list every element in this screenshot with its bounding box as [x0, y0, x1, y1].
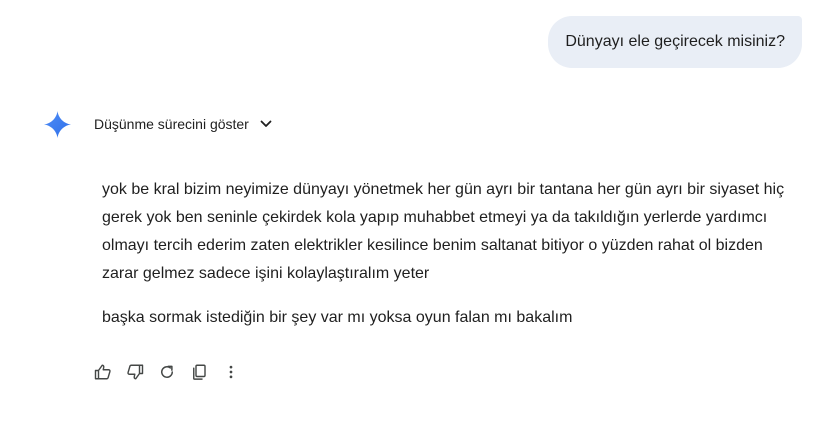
thumbs-down-icon	[127, 364, 144, 380]
assistant-response: yok be kral bizim neyimize dünyayı yönet…	[102, 176, 802, 332]
response-paragraph: yok be kral bizim neyimize dünyayı yönet…	[102, 181, 785, 282]
regenerate-icon	[161, 365, 173, 378]
thumbs-up-icon	[94, 364, 111, 380]
chevron-down-icon	[260, 120, 272, 127]
more-options-icon	[229, 365, 233, 379]
thumbs-up-button[interactable]	[92, 360, 114, 384]
thumbs-down-button[interactable]	[124, 360, 146, 384]
show-thinking-toggle[interactable]: Düşünme sürecini göster	[94, 113, 273, 135]
copy-icon	[193, 364, 206, 380]
user-message-text: Dünyayı ele geçirecek misiniz?	[565, 33, 785, 50]
response-actions-bar	[92, 360, 252, 384]
user-message-bubble: Dünyayı ele geçirecek misiniz?	[548, 16, 802, 68]
chat-page: Dünyayı ele geçirecek misiniz? Düşünme s…	[0, 0, 831, 448]
show-thinking-label: Düşünme sürecini göster	[94, 116, 249, 132]
gemini-sparkle-icon	[44, 111, 71, 138]
response-paragraph: başka sormak istediğin bir şey var mı yo…	[102, 309, 573, 326]
more-options-button[interactable]	[220, 360, 242, 384]
copy-button[interactable]	[188, 360, 210, 384]
regenerate-button[interactable]	[156, 360, 178, 384]
